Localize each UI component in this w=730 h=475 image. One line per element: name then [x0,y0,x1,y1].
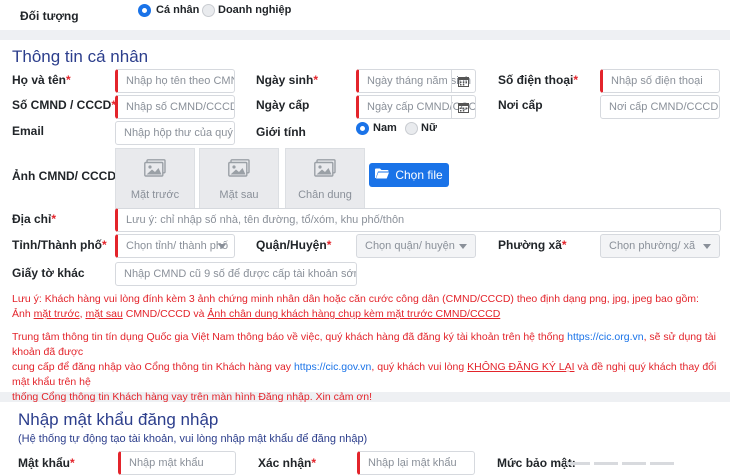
gioi-tinh-label: Giới tính [256,125,306,139]
xac-nhan-input[interactable]: Nhập lại mật khẩu [357,451,475,475]
cic-org-link[interactable]: https://cic.org.vn [567,331,643,343]
cmnd-input[interactable]: Nhập số CMND/CCCD [115,95,235,119]
xac-nhan-label: Xác nhận* [258,456,317,470]
image-icon [314,159,336,180]
quan-label: Quận/Huyện* [256,238,332,252]
cmnd-label: Số CMND / CCCD* [12,98,116,112]
tinh-label: Tỉnh/Thành phố* [12,238,107,252]
cic-announcement: Trung tâm thông tin tín dụng Quốc gia Vi… [12,330,728,405]
radio-nam-label[interactable]: Nam [373,122,397,134]
phuong-select[interactable]: Chọn phường/ xã [600,234,720,258]
strength-bar-4 [650,462,674,465]
chevron-down-icon [459,244,467,249]
sdt-input[interactable]: Nhập số điện thoại [600,69,720,93]
email-input[interactable]: Nhập hộp thư của quý khách [115,121,235,145]
giay-to-label: Giấy tờ khác [12,266,85,280]
sdt-label: Số điện thoại* [498,73,579,87]
photo-chan-dung[interactable]: Chân dung [285,148,365,210]
radio-ca-nhan[interactable] [138,4,151,17]
image-icon [144,159,166,180]
photo-requirement-note: Lưu ý: Khách hàng vui lòng đính kèm 3 ản… [12,292,722,322]
folder-icon [375,168,390,182]
calendar-icon[interactable] [451,70,475,92]
strength-bar-1 [566,462,590,465]
radio-nu[interactable] [405,122,418,135]
ngay-sinh-input[interactable]: Ngày tháng năm sinh [356,69,476,93]
cic-gov-link[interactable]: https://cic.gov.vn [294,361,371,373]
choose-file-label: Chọn file [395,168,443,182]
strength-bar-3 [622,462,646,465]
announcement-line-2: cung cấp để đăng nhập vào Cổng thông tin… [12,361,717,388]
quan-select[interactable]: Chọn quận/ huyện [356,234,476,258]
quan-placeholder: Chọn quận/ huyện [365,240,455,252]
image-icon [228,159,250,180]
ngay-sinh-label: Ngày sinh* [256,73,319,87]
calendar-icon[interactable] [451,96,475,118]
radio-nam[interactable] [356,122,369,135]
radio-doanh-nghiep-label[interactable]: Doanh nghiệp [218,4,291,16]
ngay-cap-input[interactable]: Ngày cấp CMND/CCCD [356,95,476,119]
dia-chi-input[interactable]: Lưu ý: chỉ nhập số nhà, tên đường, tổ/xó… [115,208,721,232]
strength-bar-2 [594,462,618,465]
noi-cap-input[interactable]: Nơi cấp CMND/CCCD [600,95,720,119]
radio-ca-nhan-label[interactable]: Cá nhân [156,4,199,16]
personal-info-title: Thông tin cá nhân [12,47,149,66]
photo-mat-truoc[interactable]: Mặt trước [115,148,195,210]
note-line-2: Ảnh mặt trước, mặt sau CMND/CCCD và Ảnh … [12,308,501,320]
phuong-label: Phường xã* [498,238,567,252]
choose-file-button[interactable]: Chọn file [369,163,449,187]
anh-cmnd-label: Ảnh CMND/ CCCD* [12,169,121,183]
email-label: Email [12,124,45,138]
dia-chi-label: Địa chỉ* [12,212,57,226]
giay-to-input[interactable]: Nhập CMND cũ 9 số để được cấp tài khoản … [115,262,357,286]
ho-ten-label: Họ và tên* [12,73,71,87]
radio-doanh-nghiep[interactable] [202,4,215,17]
ho-ten-input[interactable]: Nhập họ tên theo CMND [115,69,235,93]
customer-type-card [0,0,730,30]
note-line-1: Lưu ý: Khách hàng vui lòng đính kèm 3 ản… [12,293,699,305]
photo-mat-sau-label: Mặt sau [219,189,259,201]
tinh-placeholder: Chọn tỉnh/ thành phố [126,240,229,252]
mat-khau-input[interactable]: Nhập mật khẩu [118,451,236,475]
doi-tuong-label: Đối tượng [20,9,79,23]
noi-cap-label: Nơi cấp [498,98,543,112]
photo-mat-truoc-label: Mặt trước [130,189,180,201]
photo-chan-dung-label: Chân dung [298,189,352,201]
chevron-down-icon [218,244,226,249]
muc-bao-mat-label: Mức bảo mật: [497,456,576,470]
tinh-select[interactable]: Chọn tỉnh/ thành phố [115,234,235,258]
radio-nu-label[interactable]: Nữ [421,122,437,134]
announcement-line-1: Trung tâm thông tin tín dụng Quốc gia Vi… [12,331,716,358]
password-subtitle: (Hệ thống tự động tạo tài khoản, vui lòn… [18,433,368,445]
password-title: Nhập mật khẩu đăng nhập [18,410,219,429]
chevron-down-icon [703,244,711,249]
photo-mat-sau[interactable]: Mặt sau [199,148,279,210]
mat-khau-label: Mật khẩu* [18,456,75,470]
phuong-placeholder: Chọn phường/ xã [609,240,696,252]
ngay-cap-label: Ngày cấp [256,98,310,112]
